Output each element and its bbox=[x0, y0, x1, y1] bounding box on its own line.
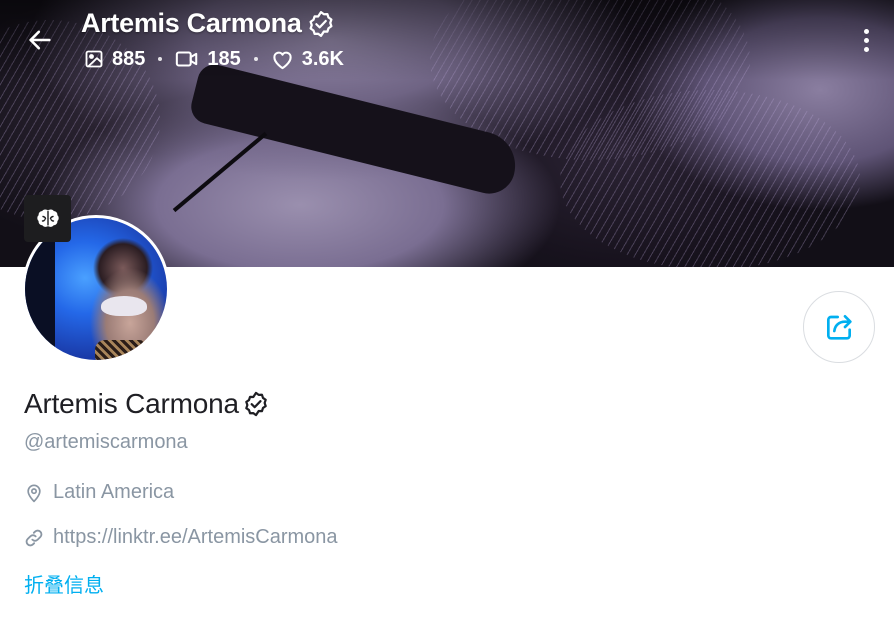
website-link[interactable]: https://linktr.ee/ArtemisCarmona bbox=[53, 526, 338, 549]
header-name-text: Artemis Carmona bbox=[81, 8, 302, 38]
back-button[interactable] bbox=[22, 22, 58, 58]
profile-name: Artemis Carmona bbox=[24, 388, 270, 420]
stat-separator bbox=[158, 57, 163, 61]
likes-stat: 3.6K bbox=[271, 48, 344, 71]
video-camera-icon bbox=[176, 51, 198, 67]
more-options-button[interactable] bbox=[852, 24, 880, 56]
image-icon bbox=[85, 50, 103, 68]
more-vertical-icon bbox=[863, 28, 869, 34]
verified-badge-icon bbox=[309, 10, 333, 37]
photos-count: 885 bbox=[112, 47, 146, 70]
username-handle: @artemiscarmona bbox=[24, 431, 188, 453]
videos-count: 185 bbox=[207, 47, 241, 70]
website-row: https://linktr.ee/ArtemisCarmona bbox=[24, 526, 338, 549]
link-icon bbox=[25, 529, 43, 546]
more-dot bbox=[863, 46, 869, 52]
heart-icon bbox=[273, 51, 292, 69]
location-row: Latin America bbox=[24, 481, 174, 504]
collapse-info-link[interactable]: 折叠信息 bbox=[24, 569, 104, 598]
photos-stat[interactable]: 885 bbox=[84, 48, 145, 71]
stat-separator bbox=[253, 57, 258, 61]
share-icon bbox=[827, 315, 852, 340]
location-pin-icon bbox=[27, 484, 41, 502]
likes-count: 3.6K bbox=[301, 47, 344, 70]
profile-name-text: Artemis Carmona bbox=[24, 388, 239, 419]
arrow-left-icon bbox=[29, 30, 51, 50]
profile-stats: 885 185 3.6K bbox=[84, 46, 344, 72]
creator-badge bbox=[24, 195, 71, 242]
share-button[interactable] bbox=[803, 291, 875, 363]
brain-icon bbox=[36, 208, 59, 227]
location-text: Latin America bbox=[53, 481, 175, 503]
verified-badge-icon bbox=[245, 391, 267, 417]
header-title: Artemis Carmona bbox=[81, 8, 336, 39]
more-dot bbox=[863, 37, 869, 43]
videos-stat[interactable]: 185 bbox=[175, 47, 241, 71]
